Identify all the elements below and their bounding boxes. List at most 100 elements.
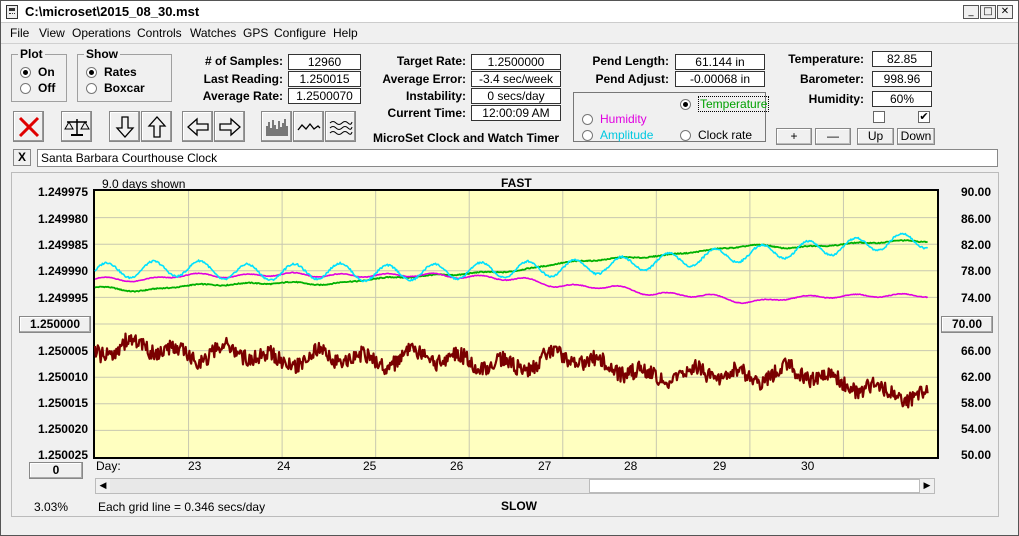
clock-name-field[interactable]: Santa Barbara Courthouse Clock	[37, 149, 998, 167]
radio-empty-icon	[86, 82, 97, 94]
arrow-up-icon	[147, 115, 166, 138]
wave-button[interactable]	[293, 111, 324, 142]
minus-button[interactable]: —	[815, 128, 851, 145]
left-arrow-button[interactable]	[182, 111, 213, 142]
samples-value: 12960	[288, 54, 361, 70]
balance-button[interactable]	[61, 111, 92, 142]
overlay-amplitude-radio[interactable]: Amplitude	[582, 128, 653, 142]
menu-help[interactable]: Help	[333, 26, 358, 40]
overlay-clock-rate-radio[interactable]: Clock rate	[680, 128, 752, 142]
right-checkbox[interactable]: ✔	[918, 111, 930, 123]
up-button[interactable]: Up	[857, 128, 894, 145]
center-overlay-button[interactable]: 70.00	[941, 316, 993, 333]
down-arrow-button[interactable]	[109, 111, 140, 142]
humidity-label: Humidity:	[808, 92, 864, 106]
menu-gps[interactable]: GPS	[243, 26, 268, 40]
right-arrow-button[interactable]	[214, 111, 245, 142]
overlay-humidity-radio[interactable]: Humidity	[582, 112, 647, 126]
plot-on-label: On	[38, 65, 55, 79]
up-arrow-button[interactable]	[141, 111, 172, 142]
window-title: C:\microset\2015_08_30.mst	[25, 4, 200, 19]
menu-configure[interactable]: Configure	[274, 26, 326, 40]
main-window: C:\microset\2015_08_30.mst _ □ ✕ File Vi…	[0, 0, 1019, 536]
instability-label: Instability:	[405, 89, 466, 103]
plot-off-radio[interactable]: Off	[20, 81, 55, 95]
scroll-left-icon[interactable]: ◀	[96, 479, 110, 493]
x-tick: 26	[450, 459, 464, 473]
plot-on-radio[interactable]: On	[20, 65, 55, 79]
radio-selected-icon	[86, 66, 97, 78]
overlay-temperature-radio[interactable]: Temperature	[680, 96, 770, 112]
percent-readout: 3.03%	[34, 500, 69, 514]
maximize-icon[interactable]: □	[980, 5, 996, 19]
y-left-tick: 1.250005	[37, 344, 88, 358]
slow-label: SLOW	[501, 499, 537, 513]
plus-button[interactable]: +	[776, 128, 812, 145]
clock-close-button[interactable]: X	[13, 149, 31, 166]
target-rate-value[interactable]: 1.2500000	[471, 54, 561, 70]
arrow-right-icon	[218, 117, 241, 136]
barometer-value: 998.96	[872, 71, 932, 87]
menu-watches[interactable]: Watches	[190, 26, 236, 40]
stop-button[interactable]	[13, 111, 44, 142]
y-left-tick: 1.250020	[37, 422, 88, 436]
last-reading-label: Last Reading:	[203, 72, 283, 86]
fast-label: FAST	[501, 176, 532, 190]
x-tick: 29	[713, 459, 727, 473]
arrow-left-icon	[186, 117, 209, 136]
menu-controls[interactable]: Controls	[137, 26, 182, 40]
x-tick: 30	[801, 459, 815, 473]
app-icon[interactable]	[6, 5, 18, 19]
current-time-label: Current Time:	[387, 106, 466, 120]
show-boxcar-radio[interactable]: Boxcar	[86, 81, 145, 95]
close-icon[interactable]: ✕	[997, 5, 1013, 19]
pend-length-value[interactable]: 61.144 in	[675, 54, 765, 70]
y-right-tick: 74.00	[960, 291, 991, 305]
menu-operations[interactable]: Operations	[72, 26, 131, 40]
minimize-icon[interactable]: _	[963, 5, 979, 19]
overlay-amplitude-label: Amplitude	[600, 128, 654, 142]
multi-wave-button[interactable]	[325, 111, 356, 142]
show-group: Show Rates Boxcar	[77, 47, 172, 102]
down-button[interactable]: Down	[897, 128, 935, 145]
y-left-tick: 1.250010	[37, 370, 88, 384]
scroll-thumb[interactable]	[589, 479, 920, 493]
show-rates-radio[interactable]: Rates	[86, 65, 137, 79]
average-error-value: -3.4 sec/week	[471, 71, 561, 87]
current-time-value: 12:00:09 AM	[471, 105, 561, 121]
y-right-tick: 58.00	[960, 396, 991, 410]
y-left-tick: 1.249975	[37, 185, 88, 199]
menu-view[interactable]: View	[39, 26, 65, 40]
time-scrollbar[interactable]: ◀ ▶	[95, 478, 935, 494]
pend-length-label: Pend Length:	[592, 54, 669, 68]
scroll-right-icon[interactable]: ▶	[920, 479, 934, 493]
radio-empty-icon	[20, 82, 31, 94]
plot-area	[93, 189, 939, 459]
show-boxcar-label: Boxcar	[104, 81, 145, 95]
y-left-tick: 1.250025	[37, 448, 88, 462]
y-left-tick: 1.249985	[37, 238, 88, 252]
y-right-tick: 86.00	[960, 212, 991, 226]
x-tick: 25	[363, 459, 377, 473]
overlay-temperature-label: Temperature	[698, 96, 770, 112]
average-rate-label: Average Rate:	[202, 89, 283, 103]
x-tick: 23	[188, 459, 202, 473]
instability-value: 0 secs/day	[471, 88, 561, 104]
menu-file[interactable]: File	[10, 26, 29, 40]
plot-off-label: Off	[38, 81, 56, 95]
temperature-label: Temperature:	[788, 52, 864, 66]
center-rate-button[interactable]: 1.250000	[19, 316, 91, 333]
left-checkbox[interactable]	[873, 111, 885, 123]
day-axis-label: Day:	[96, 459, 121, 473]
radio-selected-icon	[20, 66, 31, 78]
y-left-tick: 1.249995	[37, 291, 88, 305]
y-right-tick: 66.00	[960, 344, 991, 358]
bar-graph-icon	[266, 118, 287, 136]
checkmark-icon: ✔	[919, 110, 929, 123]
wave-icon	[296, 122, 320, 130]
bar-graph-button[interactable]	[261, 111, 292, 142]
radio-empty-icon	[680, 129, 691, 141]
offset-button[interactable]: 0	[29, 462, 83, 479]
clock-bar: X Santa Barbara Courthouse Clock	[11, 148, 999, 168]
humidity-value: 60%	[872, 91, 932, 107]
